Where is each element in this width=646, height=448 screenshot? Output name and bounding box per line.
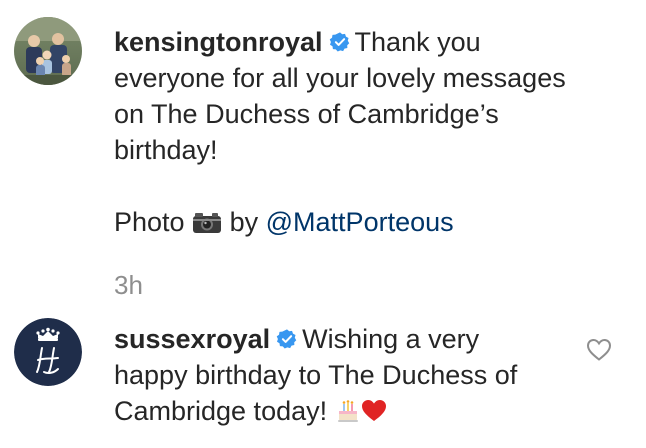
photo-credit-line: Photo by @MattPorteous [114, 204, 634, 240]
crown-monogram-avatar-icon [14, 318, 82, 386]
avatar[interactable] [14, 318, 82, 386]
photo-word: Photo [114, 207, 185, 237]
comment-text-line3-text: Cambridge today! [114, 396, 328, 426]
comment-kensingtonroyal: kensingtonroyal Thank you everyone for a… [0, 0, 646, 310]
comment-timestamp[interactable]: 3h [114, 270, 143, 301]
comment-text-line1: Thank you [354, 27, 481, 57]
comment-text-line3: on The Duchess of Cambridge’s [114, 99, 499, 129]
comment-text-line1: Wishing a very [302, 324, 480, 354]
comment-text: sussexroyal Wishing a very happy birthda… [114, 321, 584, 429]
comment-text-line2: happy birthday to The Duchess of [114, 360, 518, 390]
username-link[interactable]: kensingtonroyal [114, 27, 323, 57]
verified-badge-icon [276, 329, 297, 349]
heart-outline-icon[interactable] [586, 338, 612, 362]
red-heart-emoji-icon [361, 400, 386, 421]
username-link[interactable]: sussexroyal [114, 324, 270, 354]
comment-text-line4: birthday! [114, 135, 218, 165]
comment-sussexroyal: sussexroyal Wishing a very happy birthda… [0, 310, 646, 448]
comment-text-line3: Cambridge today! [114, 393, 584, 429]
avatar[interactable] [14, 17, 82, 85]
comment-line: kensingtonroyal Thank you [114, 24, 634, 60]
verified-badge-icon [329, 32, 349, 52]
comment-text: kensingtonroyal Thank you everyone for a… [114, 24, 634, 240]
birthday-cake-emoji-icon [337, 400, 358, 422]
comment-line: sussexroyal Wishing a very [114, 321, 584, 357]
camera-emoji-icon [193, 213, 222, 233]
family-photo-avatar-icon [14, 17, 82, 85]
mention-link[interactable]: @MattPorteous [266, 207, 454, 237]
photo-by: by [229, 207, 259, 237]
comment-text-line2: everyone for all your lovely messages [114, 63, 566, 93]
